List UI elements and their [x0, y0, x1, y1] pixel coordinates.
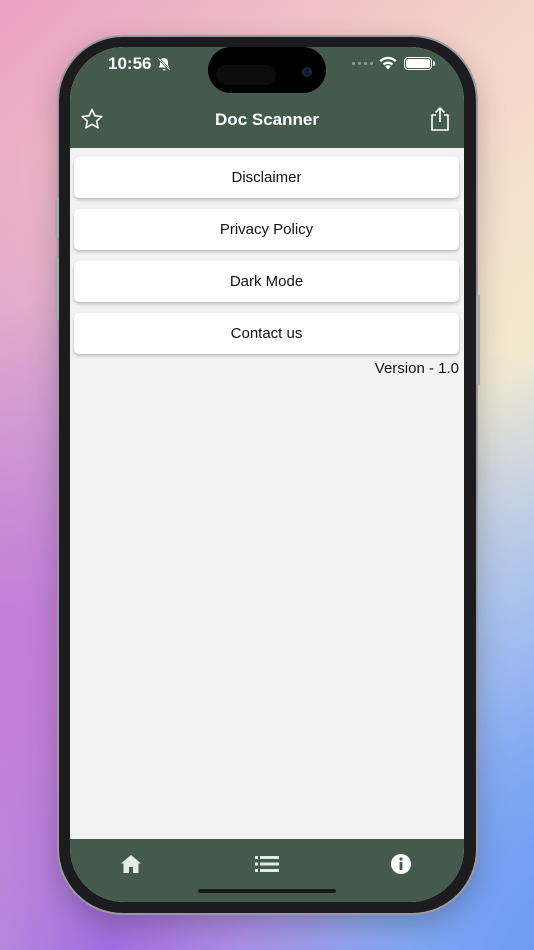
share-icon[interactable]: [429, 105, 451, 138]
dynamic-island: [208, 47, 326, 93]
settings-content: Disclaimer Privacy Policy Dark Mode Cont…: [70, 148, 464, 838]
wifi-icon: [378, 55, 398, 76]
signal-icon: [352, 62, 373, 65]
list-icon[interactable]: [254, 851, 280, 877]
info-icon[interactable]: [388, 851, 414, 877]
bell-muted-icon: [156, 56, 172, 77]
top-bar: 10:56 Doc Scanner: [70, 47, 464, 148]
volume-up-button: [55, 198, 59, 238]
status-time: 10:56: [108, 54, 152, 73]
home-icon[interactable]: [118, 851, 144, 877]
contact-us-label: Contact us: [230, 325, 303, 342]
power-button: [476, 295, 480, 385]
home-indicator: [198, 889, 336, 893]
disclaimer-label: Disclaimer: [231, 169, 302, 186]
battery-icon: [404, 57, 435, 70]
page-title: Doc Scanner: [215, 110, 319, 129]
bottom-tab-bar: [70, 839, 464, 902]
dark-mode-button[interactable]: Dark Mode: [74, 261, 459, 302]
disclaimer-button[interactable]: Disclaimer: [74, 157, 459, 198]
volume-down-button: [55, 258, 59, 320]
app-screen: 10:56 Doc Scanner Disclaimer Privacy Pol…: [70, 47, 464, 902]
version-text: Version - 1.0: [374, 360, 459, 377]
privacy-policy-label: Privacy Policy: [219, 221, 314, 238]
privacy-policy-button[interactable]: Privacy Policy: [74, 209, 459, 250]
dark-mode-label: Dark Mode: [229, 273, 304, 290]
contact-us-button[interactable]: Contact us: [74, 313, 459, 354]
